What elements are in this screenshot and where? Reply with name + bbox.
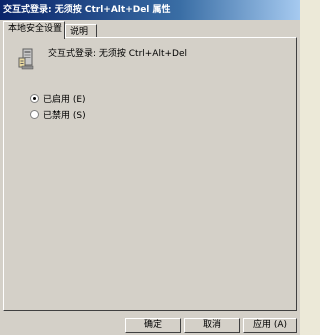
- tab-explain[interactable]: 说明: [65, 24, 97, 38]
- tab-local-security-setting[interactable]: 本地安全设置: [3, 21, 65, 39]
- cancel-button[interactable]: 取消: [184, 318, 240, 333]
- option-disabled-label: 已禁用 (S): [43, 111, 86, 121]
- ok-button[interactable]: 确定: [125, 318, 181, 333]
- dialog-title: 交互式登录: 无须按 Ctrl+Alt+Del 属性: [0, 0, 300, 20]
- option-enabled-label: 已启用 (E): [43, 95, 86, 105]
- properties-dialog: 交互式登录: 无须按 Ctrl+Alt+Del 属性 本地安全设置 说明 交互式…: [0, 0, 300, 335]
- apply-button[interactable]: 应用 (A): [243, 318, 297, 333]
- option-disabled[interactable]: 已禁用 (S): [30, 108, 86, 121]
- radio-disabled[interactable]: [30, 110, 39, 119]
- security-policy-icon: [18, 48, 34, 70]
- tab-panel: 交互式登录: 无须按 Ctrl+Alt+Del 已启用 (E) 已禁用 (S): [3, 37, 297, 311]
- radio-enabled[interactable]: [30, 94, 39, 103]
- option-enabled[interactable]: 已启用 (E): [30, 92, 86, 105]
- policy-title: 交互式登录: 无须按 Ctrl+Alt+Del: [48, 49, 188, 59]
